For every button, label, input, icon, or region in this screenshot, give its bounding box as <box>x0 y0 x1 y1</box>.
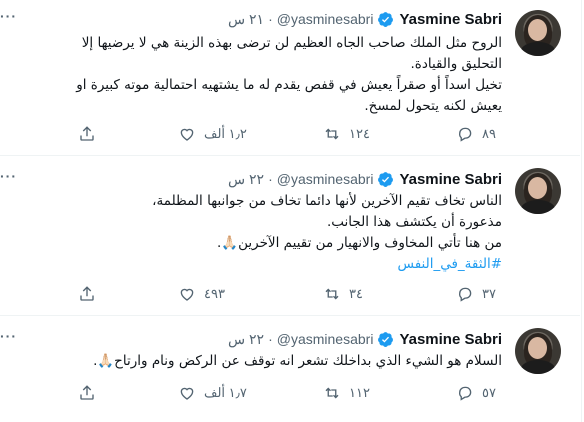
reply-icon <box>459 386 472 401</box>
tweet-text: الروح مثل الملك صاحب الجاه العظيم لن ترض… <box>16 33 502 117</box>
avatar-face <box>528 19 547 41</box>
tweet-text-line: يعيش لكنه يتحول لمسخ. <box>364 98 502 114</box>
separator-dot: · <box>268 331 273 347</box>
tweet-text-line: من هنا تأتي المخاوف والانهيار من تقييم ا… <box>216 235 502 251</box>
more-options-icon[interactable]: ··· <box>0 168 17 184</box>
hashtag-link[interactable]: #الثقة_في_النفس <box>16 254 503 275</box>
share-button[interactable] <box>78 284 96 304</box>
avatar[interactable] <box>515 328 561 374</box>
feed-border <box>581 0 582 422</box>
tweet-actions: ١٫٧ ألف ١١٢ ٥٧ <box>78 383 496 403</box>
tweet-actions: ٤٩٣ ٣٤ ٣٧ <box>78 284 496 304</box>
reply-count: ٨٩ <box>482 126 496 141</box>
user-handle[interactable]: @yasminesabri <box>277 11 374 27</box>
user-handle[interactable]: @yasminesabri <box>277 331 374 347</box>
share-button[interactable] <box>78 383 96 403</box>
separator-dot: · <box>268 11 273 27</box>
tweet-text: السلام هو الشيء الذي بداخلك تشعر انه توق… <box>16 351 502 372</box>
verified-badge-icon <box>378 11 394 27</box>
share-icon <box>80 286 94 301</box>
display-name[interactable]: Yasmine Sabri <box>399 11 502 28</box>
retweet-button[interactable]: ١٢٤ <box>323 124 370 144</box>
avatar-face <box>528 177 547 199</box>
separator-dot: · <box>268 171 273 187</box>
avatar-face <box>528 337 547 359</box>
retweet-icon <box>325 288 339 300</box>
reply-button[interactable]: ٣٧ <box>456 284 496 304</box>
reply-button[interactable]: ٨٩ <box>456 124 496 144</box>
reply-icon <box>459 287 472 302</box>
tweet-time[interactable]: ٢١ س <box>228 11 264 28</box>
heart-icon <box>180 387 194 400</box>
user-handle[interactable]: @yasminesabri <box>277 171 374 187</box>
tweet-header: ٢٢ س · @yasminesabri Yasmine Sabri <box>228 329 502 349</box>
share-icon <box>80 385 94 400</box>
retweet-icon <box>325 128 339 140</box>
tweet-time[interactable]: ٢٢ س <box>228 331 264 348</box>
tweet-text-line: تخيل اسداً أو صقراً يعيش في قفص يقدم له … <box>76 77 502 93</box>
reply-icon <box>459 127 472 142</box>
tweet-text-line: التحليق والقيادة. <box>410 56 502 72</box>
retweet-count: ١١٢ <box>349 385 370 400</box>
like-count: ١٫٢ ألف <box>204 126 247 141</box>
timeline-feed: ٢١ س · @yasminesabri Yasmine Sabri ··· ا… <box>0 0 584 422</box>
share-button[interactable] <box>78 124 96 144</box>
reply-count: ٣٧ <box>482 286 496 301</box>
verified-badge-icon <box>378 331 394 347</box>
avatar-body <box>521 200 555 214</box>
like-button[interactable]: ١٫٢ ألف <box>178 124 247 144</box>
retweet-icon <box>325 387 339 399</box>
avatar[interactable] <box>515 168 561 214</box>
tweet-header: ٢٢ س · @yasminesabri Yasmine Sabri <box>228 169 502 189</box>
avatar-body <box>521 42 555 56</box>
retweet-button[interactable]: ٣٤ <box>323 284 363 304</box>
more-options-icon[interactable]: ··· <box>0 8 17 24</box>
tweet-time[interactable]: ٢٢ س <box>228 171 264 188</box>
retweet-count: ٣٤ <box>349 286 363 301</box>
retweet-count: ١٢٤ <box>349 126 370 141</box>
share-icon <box>80 126 94 141</box>
reply-count: ٥٧ <box>482 385 496 400</box>
heart-icon <box>180 128 194 141</box>
display-name[interactable]: Yasmine Sabri <box>399 331 502 348</box>
verified-badge-icon <box>378 171 394 187</box>
more-options-icon[interactable]: ··· <box>0 328 17 344</box>
tweet-actions: ١٫٢ ألف ١٢٤ ٨٩ <box>78 124 496 144</box>
tweet[interactable]: ٢١ س · @yasminesabri Yasmine Sabri ··· ا… <box>0 0 580 156</box>
tweet-text-line: الناس تخاف تقيم الآخرين لأنها دائما تخاف… <box>152 193 502 209</box>
tweet-text-line: مذعورة أن يكتشف هذا الجانب. <box>326 214 502 230</box>
tweet-text: الناس تخاف تقيم الآخرين لأنها دائما تخاف… <box>16 191 502 275</box>
like-button[interactable]: ٤٩٣ <box>178 284 225 304</box>
tweet-text-line: الروح مثل الملك صاحب الجاه العظيم لن ترض… <box>81 35 502 51</box>
avatar[interactable] <box>515 10 561 56</box>
reply-button[interactable]: ٥٧ <box>456 383 496 403</box>
like-count: ١٫٧ ألف <box>204 385 247 400</box>
tweet-text-line: السلام هو الشيء الذي بداخلك تشعر انه توق… <box>93 353 502 369</box>
tweet-header: ٢١ س · @yasminesabri Yasmine Sabri <box>228 9 502 29</box>
tweet[interactable]: ٢٢ س · @yasminesabri Yasmine Sabri ··· ا… <box>0 156 580 316</box>
avatar-body <box>521 360 555 374</box>
tweet[interactable]: ٢٢ س · @yasminesabri Yasmine Sabri ··· ا… <box>0 316 580 422</box>
display-name[interactable]: Yasmine Sabri <box>399 171 502 188</box>
like-button[interactable]: ١٫٧ ألف <box>178 383 247 403</box>
heart-icon <box>180 288 194 301</box>
retweet-button[interactable]: ١١٢ <box>323 383 370 403</box>
like-count: ٤٩٣ <box>204 286 225 301</box>
